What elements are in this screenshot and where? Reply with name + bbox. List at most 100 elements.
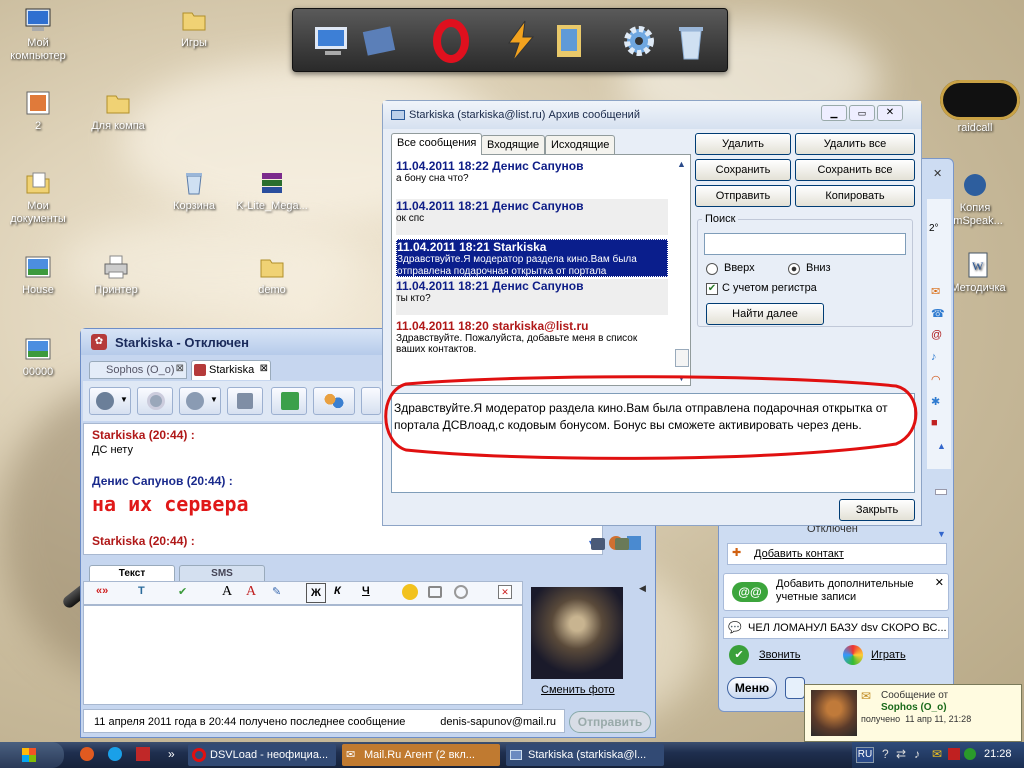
- save-history-button[interactable]: [227, 387, 263, 415]
- archive-message[interactable]: 11.04.2011 18:22 Денис Сапунов а бону сн…: [396, 159, 668, 195]
- sms-icon[interactable]: ☎: [931, 307, 945, 320]
- status-button[interactable]: [785, 677, 805, 699]
- desktop-icon-my-documents[interactable]: Мои документы: [0, 168, 76, 226]
- sound-icon[interactable]: ♪: [931, 351, 937, 363]
- app-quicklaunch-icon[interactable]: [136, 747, 150, 761]
- start-button[interactable]: [0, 742, 64, 768]
- language-indicator[interactable]: RU: [856, 747, 874, 763]
- scroll-up-arrow[interactable]: ▲: [677, 159, 686, 169]
- message-input[interactable]: [83, 605, 523, 705]
- collapse-arrow-icon[interactable]: ◀: [639, 583, 646, 594]
- send-button[interactable]: Отправить: [569, 711, 651, 733]
- taskbar-item-mailru-agent[interactable]: ✉ Mail.Ru Агент (2 вкл...: [342, 744, 500, 766]
- find-next-button[interactable]: Найти далее: [706, 303, 824, 325]
- chat-tab-starkiska[interactable]: Starkiska ⊠: [191, 360, 271, 380]
- archive-tab-outgoing[interactable]: Исходящие: [545, 135, 616, 154]
- delete-all-button[interactable]: Удалить все: [795, 133, 915, 155]
- add-accounts-panel[interactable]: @@ Добавить дополнительные учетные запис…: [723, 573, 949, 611]
- security-check-icon[interactable]: [964, 748, 976, 760]
- maximize-button[interactable]: ▭: [849, 105, 875, 121]
- search-up-radio[interactable]: [706, 263, 718, 275]
- recycle-bin-icon[interactable]: [669, 19, 713, 63]
- desktop-icon-2[interactable]: 2: [0, 88, 76, 133]
- webcam-button[interactable]: [137, 387, 173, 415]
- desktop-icon-my-computer[interactable]: Мой компьютер: [0, 5, 76, 63]
- case-sensitive-checkbox[interactable]: ✔: [706, 283, 718, 295]
- save-button[interactable]: Сохранить: [695, 159, 791, 181]
- copy-button[interactable]: Копировать: [795, 185, 915, 207]
- scrollbar-thumb[interactable]: [675, 349, 689, 367]
- desktop-icon-00000[interactable]: 00000: [0, 334, 76, 379]
- compose-tab-sms[interactable]: SMS: [179, 565, 265, 581]
- agent-close-button[interactable]: ✕: [933, 167, 947, 181]
- skype-icon[interactable]: [108, 747, 122, 761]
- archive-list-scrollbar[interactable]: ▲ ▼: [674, 155, 690, 385]
- menu-button[interactable]: Меню: [727, 677, 777, 699]
- desktop-icon-dlya-kompa[interactable]: Для компа: [80, 88, 156, 133]
- font-color-icon[interactable]: A: [246, 584, 256, 600]
- archive-message[interactable]: 11.04.2011 18:21 Денис Сапунов ты кто?: [396, 279, 668, 315]
- mail-icon[interactable]: ✉: [931, 285, 940, 298]
- play-button[interactable]: Играть: [843, 645, 933, 667]
- spellcheck-icon[interactable]: ✔: [178, 585, 187, 598]
- tab-close-icon[interactable]: ⊠: [176, 363, 184, 374]
- winamp-icon[interactable]: [499, 19, 543, 63]
- send-file-button[interactable]: [271, 387, 307, 415]
- desktop-icon-recycle-bin[interactable]: Корзина: [156, 168, 232, 213]
- volume-icon[interactable]: ♪: [914, 747, 920, 761]
- desktop-icon-games[interactable]: Игры: [156, 5, 232, 50]
- close-button[interactable]: Закрыть: [839, 499, 915, 521]
- compose-tab-text[interactable]: Текст: [89, 565, 175, 581]
- help-icon[interactable]: ?: [882, 747, 889, 761]
- desktop-icon-house[interactable]: House: [0, 252, 76, 297]
- alarm-icon[interactable]: [454, 585, 468, 599]
- quicklaunch-more[interactable]: »: [168, 747, 175, 761]
- add-contact-link[interactable]: ✚ Добавить контакт: [727, 543, 947, 565]
- italic-button[interactable]: К: [334, 585, 341, 597]
- search-input[interactable]: [704, 233, 906, 255]
- settings-gear-icon[interactable]: [617, 19, 661, 63]
- opera-icon[interactable]: [429, 19, 473, 63]
- change-photo-link[interactable]: Сменить фото: [541, 684, 615, 696]
- documents-icon[interactable]: [549, 19, 593, 63]
- agent-scrollbar-thumb[interactable]: [935, 489, 947, 495]
- search-down-radio[interactable]: [788, 263, 800, 275]
- send-archive-button[interactable]: Отправить: [695, 185, 791, 207]
- agent-scroll-up[interactable]: ▲: [937, 441, 946, 451]
- news-ticker[interactable]: 💬 ЧЕЛ ЛОМАНУЛ БАЗУ dsv СКОРО ВС...: [723, 617, 949, 639]
- archive-tab-all[interactable]: Все сообщения: [391, 133, 483, 155]
- camera-icon[interactable]: [591, 538, 605, 550]
- archive-tab-incoming[interactable]: Входящие: [481, 135, 546, 154]
- add-accounts-close-button[interactable]: ✕: [935, 576, 944, 589]
- mail-agent-quicklaunch-icon[interactable]: [80, 747, 94, 761]
- save-all-button[interactable]: Сохранить все: [795, 159, 915, 181]
- agent-scroll-down[interactable]: ▼: [937, 529, 946, 539]
- archive-message[interactable]: 11.04.2011 18:20 starkiska@list.ru Здрав…: [396, 319, 668, 363]
- minimize-button[interactable]: ▁: [821, 105, 847, 121]
- translit-icon[interactable]: «»: [96, 585, 108, 597]
- archive-message-selected[interactable]: 11.04.2011 18:21 Starkiska Здравствуйте.…: [396, 239, 668, 277]
- text-format-icon[interactable]: T: [138, 585, 145, 597]
- highlight-icon[interactable]: ✎: [272, 585, 281, 598]
- message-notification[interactable]: ✉ Сообщение от Sophos (O_o) получено 11 …: [804, 684, 1022, 742]
- desktop-icon-raidcall[interactable]: raidcall: [940, 122, 1010, 135]
- window-close-button[interactable]: ✕: [877, 105, 903, 121]
- tab-close-icon[interactable]: ⊠: [260, 363, 268, 374]
- network-icon[interactable]: [357, 19, 401, 63]
- gallery-icon[interactable]: [615, 538, 629, 550]
- desktop-icon-k-lite[interactable]: K-Lite_Mega...: [234, 168, 310, 213]
- phone-button[interactable]: ▼: [89, 387, 131, 415]
- tv-icon[interactable]: [428, 586, 442, 598]
- delete-button[interactable]: Удалить: [695, 133, 791, 155]
- font-icon[interactable]: A: [222, 584, 232, 600]
- archive-message[interactable]: 11.04.2011 18:21 Денис Сапунов ок спс: [396, 199, 668, 235]
- antivirus-icon[interactable]: [948, 748, 960, 760]
- rainbow-icon[interactable]: ◠: [931, 373, 941, 386]
- gift-icon[interactable]: ■: [931, 417, 938, 429]
- pencil-icon[interactable]: [627, 536, 641, 550]
- bold-button[interactable]: Ж: [306, 583, 326, 603]
- desktop-icon-printer[interactable]: Принтер: [78, 252, 154, 297]
- at-sign-icon[interactable]: @: [931, 329, 942, 341]
- clear-icon[interactable]: ✕: [498, 585, 512, 599]
- games-icon[interactable]: ✱: [931, 395, 940, 408]
